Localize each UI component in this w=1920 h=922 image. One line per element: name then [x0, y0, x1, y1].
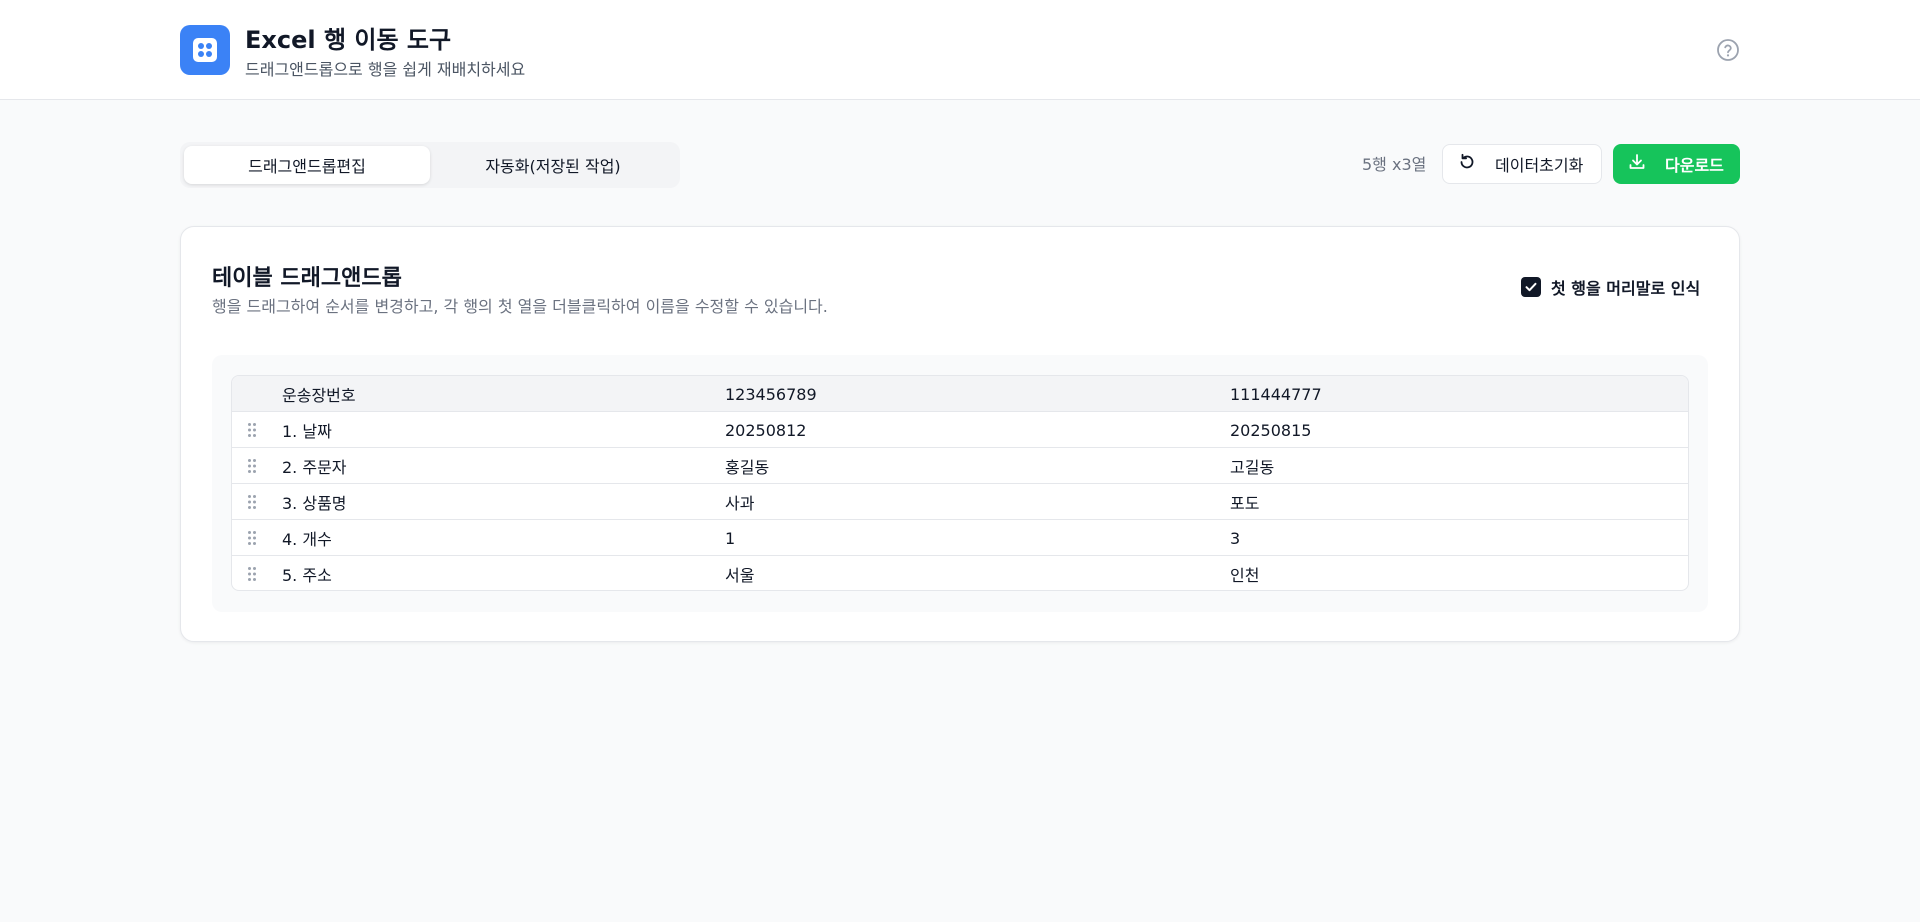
download-icon [1627, 152, 1647, 176]
app-header: Excel 행 이동 도구 드래그앤드롭으로 행을 쉽게 재배치하세요 [0, 0, 1920, 100]
card-description: 행을 드래그하여 순서를 변경하고, 각 행의 첫 열을 더블클릭하여 이름을 … [212, 297, 828, 316]
download-button[interactable]: 다운로드 [1613, 144, 1740, 184]
table-container: 운송장번호 123456789 111444777 1. 날짜 20250812… [212, 355, 1708, 612]
table-cell: 포도 [1230, 494, 1260, 513]
reset-button-label: 데이터초기화 [1495, 156, 1584, 175]
header-cell: 111444777 [1230, 384, 1322, 404]
table-cell: 홍길동 [725, 458, 770, 477]
table-cell: 서울 [725, 566, 755, 585]
grip-vertical-icon[interactable] [244, 528, 260, 548]
table-row[interactable]: 4. 개수 1 3 [232, 520, 1688, 556]
table-card: 테이블 드래그앤드롭 행을 드래그하여 순서를 변경하고, 각 행의 첫 열을 … [180, 226, 1740, 642]
grid-dots-icon [180, 25, 230, 75]
first-row-header-toggle[interactable]: 첫 행을 머리말로 인식 [1521, 275, 1700, 299]
checkbox-label: 첫 행을 머리말로 인식 [1551, 279, 1701, 298]
row-name-cell[interactable]: 1. 날짜 [282, 412, 332, 448]
table-row[interactable]: 2. 주문자 홍길동 고길동 [232, 448, 1688, 484]
table-row[interactable]: 1. 날짜 20250812 20250815 [232, 412, 1688, 448]
card-title: 테이블 드래그앤드롭 [212, 266, 402, 291]
tab-drag-drop-edit[interactable]: 드래그앤드롭편집 [184, 146, 430, 184]
table-cell: 20250815 [1230, 420, 1312, 440]
table-cell: 고길동 [1230, 458, 1275, 477]
row-column-count: 5행 x3열 [1362, 155, 1427, 174]
row-name-cell[interactable]: 4. 개수 [282, 520, 332, 556]
row-name-cell[interactable]: 3. 상품명 [282, 484, 347, 520]
rotate-ccw-icon [1457, 152, 1477, 176]
download-button-label: 다운로드 [1665, 156, 1724, 175]
grip-vertical-icon[interactable] [244, 456, 260, 476]
grip-vertical-icon[interactable] [244, 420, 260, 440]
check-icon [1525, 282, 1537, 292]
header-cell: 운송장번호 [282, 386, 356, 405]
table-header-row: 운송장번호 123456789 111444777 [232, 376, 1688, 412]
table-row[interactable]: 5. 주소 서울 인천 [232, 556, 1688, 590]
app-title: Excel 행 이동 도구 [245, 26, 452, 54]
tab-automation[interactable]: 자동화(저장된 작업) [430, 146, 676, 184]
grip-vertical-icon[interactable] [244, 564, 260, 584]
data-table: 운송장번호 123456789 111444777 1. 날짜 20250812… [231, 375, 1689, 591]
table-cell: 1 [725, 528, 736, 548]
question-circle-icon[interactable] [1716, 38, 1740, 62]
table-row[interactable]: 3. 상품명 사과 포도 [232, 484, 1688, 520]
grip-vertical-icon[interactable] [244, 492, 260, 512]
row-name-cell[interactable]: 2. 주문자 [282, 448, 347, 484]
mode-tabs: 드래그앤드롭편집 자동화(저장된 작업) [180, 142, 680, 188]
row-name-cell[interactable]: 5. 주소 [282, 556, 332, 590]
header-cell: 123456789 [725, 384, 817, 404]
checkbox[interactable] [1521, 277, 1541, 297]
app-subtitle: 드래그앤드롭으로 행을 쉽게 재배치하세요 [245, 60, 526, 79]
reset-data-button[interactable]: 데이터초기화 [1442, 144, 1602, 184]
table-cell: 사과 [725, 494, 755, 513]
table-cell: 3 [1230, 528, 1241, 548]
table-cell: 20250812 [725, 420, 807, 440]
table-cell: 인천 [1230, 566, 1260, 585]
